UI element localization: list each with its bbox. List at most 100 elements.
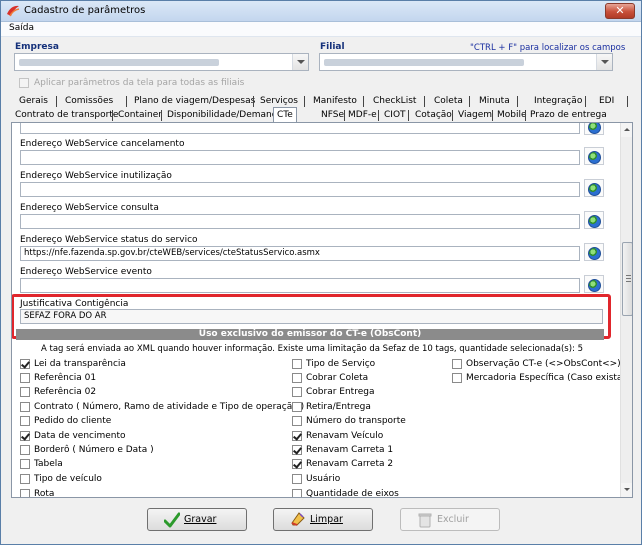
- chk-lbl-numero-transporte: Número do transporte: [306, 416, 406, 426]
- chk-lei-transparencia[interactable]: [20, 359, 30, 369]
- chk-lbl-renavam-carreta-2: Renavam Carreta 2: [306, 459, 394, 469]
- tab-disponibilidade[interactable]: Disponibilidade/Demanda: [167, 108, 283, 123]
- chk-data-vencimento[interactable]: [20, 431, 30, 441]
- tab-cotacao[interactable]: Cotação: [415, 108, 452, 123]
- chk-lbl-mercadoria-especifica: Mercadoria Específica (Caso exista): [466, 373, 626, 383]
- checkmark-icon: [164, 512, 180, 528]
- chk-numero-transporte[interactable]: [292, 416, 302, 426]
- chevron-down-icon[interactable]: [292, 54, 308, 70]
- tab-separator: [585, 96, 586, 107]
- chk-lbl-cobrar-entrega: Cobrar Entrega: [306, 387, 375, 397]
- tab-mobile[interactable]: Mobile: [497, 108, 527, 123]
- webservice-cancelamento-input[interactable]: [20, 150, 580, 165]
- chk-retira-entrega[interactable]: [292, 402, 302, 412]
- webservice-input-top[interactable]: [20, 123, 580, 134]
- webservice-consulta-label: Endereço WebService consulta: [20, 203, 159, 213]
- tab-separator: [424, 96, 425, 107]
- chk-cobrar-entrega[interactable]: [292, 387, 302, 397]
- chk-rota[interactable]: [20, 489, 30, 497]
- apply-all-checkbox[interactable]: [19, 78, 29, 88]
- chk-lbl-bordero: Borderô ( Número e Data ): [34, 445, 154, 455]
- tab-gerais[interactable]: Gerais: [19, 94, 48, 109]
- webservice-consulta-input[interactable]: [20, 214, 580, 229]
- search-hint: "CTRL + F" para localizar os campos: [470, 43, 626, 53]
- tab-separator: [492, 110, 493, 121]
- webservice-inutilizacao-input[interactable]: [20, 182, 580, 197]
- chk-renavam-carreta-2[interactable]: [292, 459, 302, 469]
- webservice-cancelamento-button[interactable]: [584, 147, 604, 165]
- webservice-evento-button[interactable]: [584, 275, 604, 293]
- scroll-down-icon[interactable]: [621, 483, 632, 497]
- filial-value: [324, 59, 524, 66]
- tab-separator: [112, 110, 113, 121]
- chk-quantidade-eixos[interactable]: [292, 489, 302, 497]
- webservice-cancelamento-label: Endereço WebService cancelamento: [20, 139, 185, 149]
- tab-minuta[interactable]: Minuta: [479, 94, 510, 109]
- tab-nfse[interactable]: NFSe: [321, 108, 344, 123]
- globe-icon: [588, 247, 601, 260]
- panel-scrollbar[interactable]: [620, 123, 632, 497]
- filial-select[interactable]: [319, 53, 613, 71]
- tab-separator: [56, 96, 57, 107]
- tab-viagem[interactable]: Viagem: [458, 108, 492, 123]
- save-button[interactable]: Gravar: [147, 508, 247, 531]
- chk-observacao-cte[interactable]: [452, 359, 462, 369]
- chk-lbl-quantidade-eixos: Quantidade de eixos: [306, 489, 399, 498]
- tab-checklist[interactable]: CheckList: [373, 94, 416, 109]
- chk-referencia-02[interactable]: [20, 387, 30, 397]
- webservice-status-input[interactable]: https://nfe.fazenda.sp.gov.br/cteWEB/ser…: [20, 246, 580, 261]
- tab-mdfe[interactable]: MDF-e: [348, 108, 377, 123]
- webservice-evento-input[interactable]: [20, 278, 580, 293]
- webservice-inutilizacao-label: Endereço WebService inutilização: [20, 171, 172, 181]
- tab-comissoes[interactable]: Comissões: [65, 94, 113, 109]
- empresa-select[interactable]: [14, 53, 309, 71]
- delete-button[interactable]: Excluir: [400, 508, 500, 531]
- tab-prazo-entrega[interactable]: Prazo de entrega: [530, 108, 607, 123]
- chk-bordero[interactable]: [20, 445, 30, 455]
- menu-item-saida[interactable]: Saída: [9, 23, 34, 33]
- tab-contrato-transporte[interactable]: Contrato de transporte: [15, 108, 118, 123]
- chk-referencia-01[interactable]: [20, 373, 30, 383]
- chk-mercadoria-especifica[interactable]: [452, 373, 462, 383]
- webservice-status-label: Endereço WebService status do servico: [20, 235, 198, 245]
- webservice-globe-button[interactable]: [584, 123, 604, 135]
- chk-lbl-observacao-cte: Observação CT-e (<>ObsCont<>): [466, 359, 621, 369]
- chk-cobrar-coleta[interactable]: [292, 373, 302, 383]
- chk-renavam-veiculo[interactable]: [292, 431, 302, 441]
- webservice-status-button[interactable]: [584, 243, 604, 261]
- globe-icon: [588, 279, 601, 292]
- delete-button-label: Excluir: [437, 514, 469, 525]
- chk-lbl-referencia-02: Referência 02: [34, 387, 97, 397]
- webservice-consulta-button[interactable]: [584, 211, 604, 229]
- close-button[interactable]: ✕: [605, 3, 635, 19]
- tab-separator: [469, 96, 470, 107]
- tab-integracao[interactable]: Integração: [534, 94, 582, 109]
- webservice-evento-label: Endereço WebService evento: [20, 267, 152, 277]
- title-bar: Cadastro de parâmetros ✕: [1, 1, 641, 22]
- chk-lbl-rota: Rota: [34, 489, 55, 498]
- tab-manifesto[interactable]: Manifesto: [313, 94, 357, 109]
- chk-tabela[interactable]: [20, 459, 30, 469]
- chk-tipo-servico[interactable]: [292, 359, 302, 369]
- webservice-inutilizacao-button[interactable]: [584, 179, 604, 197]
- tab-coleta[interactable]: Coleta: [434, 94, 463, 109]
- chk-renavam-carreta-1[interactable]: [292, 445, 302, 455]
- chk-lbl-pedido-cliente: Pedido do cliente: [34, 416, 112, 426]
- tab-plano-viagem[interactable]: Plano de viagem/Despesas: [134, 94, 255, 109]
- chevron-down-icon[interactable]: [596, 54, 612, 70]
- scroll-thumb[interactable]: [622, 242, 632, 316]
- tab-container[interactable]: Container: [118, 108, 162, 123]
- tab-edi[interactable]: EDI: [599, 94, 614, 109]
- tab-separator: [517, 96, 518, 107]
- chk-usuario[interactable]: [292, 474, 302, 484]
- chk-pedido-cliente[interactable]: [20, 416, 30, 426]
- clear-button[interactable]: Limpar: [273, 508, 373, 531]
- tab-separator: [363, 96, 364, 107]
- chk-lbl-renavam-veiculo: Renavam Veículo: [306, 431, 384, 441]
- tab-ciot[interactable]: CIOT: [384, 108, 406, 123]
- action-bar: Gravar Limpar Excluir: [11, 501, 633, 541]
- chk-tipo-veiculo[interactable]: [20, 474, 30, 484]
- chk-contrato[interactable]: [20, 402, 30, 412]
- empresa-value: [19, 59, 219, 66]
- scroll-up-icon[interactable]: [621, 123, 632, 137]
